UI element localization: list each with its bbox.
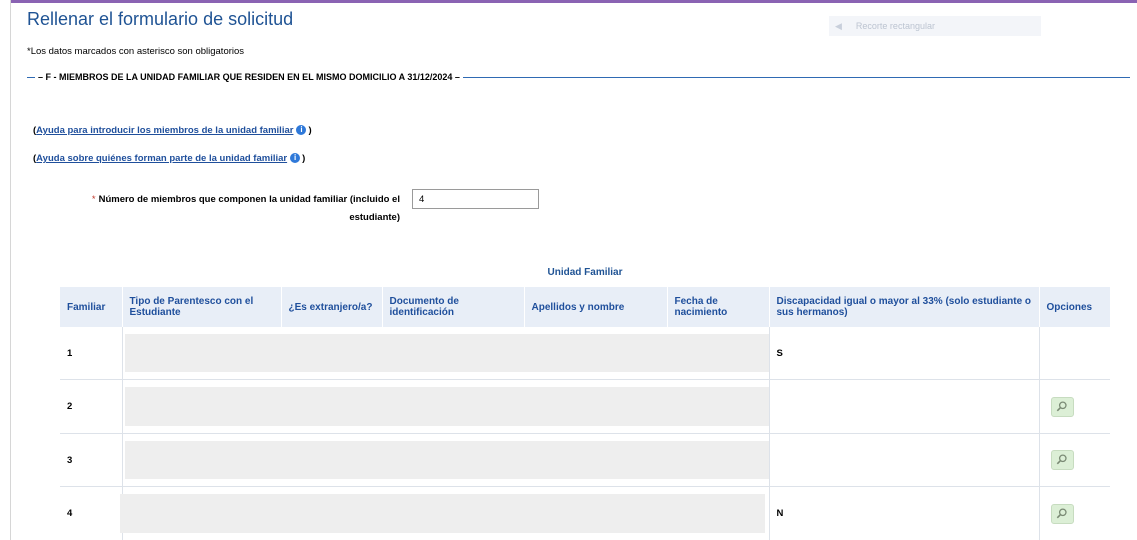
cell-discapacidad: N	[769, 486, 1040, 540]
snipping-overlay: ◀ Recorte rectangular	[829, 16, 1041, 36]
section-title-text: F - MIEMBROS DE LA UNIDAD FAMILIAR QUE R…	[45, 72, 453, 82]
members-count-label: * Número de miembros que componen la unid…	[42, 191, 400, 227]
header-documento: Documento de identificación	[382, 287, 525, 327]
redacted-fields	[119, 486, 770, 540]
redaction-bar	[119, 494, 765, 533]
cell-discapacidad: S	[769, 327, 1040, 380]
cell-discapacidad	[769, 432, 1040, 487]
header-apellidos: Apellidos y nombre	[524, 287, 668, 327]
header-opciones: Opciones	[1039, 287, 1111, 327]
members-count-label-text: Número de miembros que componen la unida…	[98, 194, 400, 223]
cell-familiar: 1	[60, 327, 123, 380]
cell-familiar: 2	[60, 379, 123, 434]
cell-familiar: 3	[60, 432, 123, 487]
header-fecha: Fecha de nacimiento	[667, 287, 770, 327]
redaction-bar	[124, 334, 769, 373]
info-icon[interactable]: i	[290, 153, 301, 163]
table-header-row: Familiar Tipo de Parentesco con el Estud…	[60, 287, 1111, 327]
table-row: 3	[60, 432, 1110, 487]
cell-opciones	[1039, 432, 1110, 487]
cell-opciones	[1039, 327, 1110, 380]
required-note: *Los datos marcados con asterisco son ob…	[27, 46, 245, 57]
header-familiar: Familiar	[60, 287, 123, 327]
magnifier-icon	[1056, 508, 1067, 519]
left-border	[10, 0, 11, 540]
help-line-members: (Ayuda para introducir los miembros de l…	[33, 124, 312, 138]
table-row: 1 S	[60, 327, 1110, 380]
cell-opciones	[1039, 486, 1110, 540]
redacted-fields	[122, 432, 770, 487]
section-f-header: – F - MIEMBROS DE LA UNIDAD FAMILIAR QUE…	[27, 72, 1130, 83]
header-discapacidad: Discapacidad igual o mayor al 33% (solo …	[769, 287, 1040, 327]
table-caption: Unidad Familiar	[547, 267, 623, 278]
header-extranjero: ¿Es extranjero/a?	[281, 287, 383, 327]
cell-opciones	[1039, 379, 1110, 434]
view-member-button[interactable]	[1050, 450, 1074, 471]
page-title: Rellenar el formulario de solicitud	[27, 9, 294, 29]
required-asterisk: *	[91, 194, 96, 205]
cell-familiar: 4	[60, 486, 123, 540]
header-parentesco: Tipo de Parentesco con el Estudiante	[122, 287, 282, 327]
table-row: 2	[60, 379, 1110, 434]
magnifier-icon	[1056, 401, 1067, 412]
magnifier-icon	[1056, 454, 1067, 465]
help-members-link[interactable]: Ayuda para introducir los miembros de la…	[36, 125, 293, 136]
redaction-bar	[124, 387, 769, 426]
view-member-button[interactable]	[1050, 503, 1074, 524]
cell-discapacidad	[769, 379, 1040, 434]
members-count-input[interactable]	[412, 189, 539, 209]
section-title: – F - MIEMBROS DE LA UNIDAD FAMILIAR QUE…	[35, 72, 463, 83]
help-close-paren: )	[308, 125, 312, 136]
help-line-who: (Ayuda sobre quiénes forman parte de la …	[33, 152, 305, 166]
info-icon[interactable]: i	[296, 125, 307, 135]
view-member-button[interactable]	[1050, 396, 1074, 417]
help-close-paren: )	[302, 153, 306, 164]
top-accent-bar	[11, 0, 1137, 3]
family-members-table: Familiar Tipo de Parentesco con el Estud…	[60, 287, 1111, 540]
redaction-bar	[124, 440, 769, 480]
table-row: 4 N	[60, 486, 1110, 540]
redacted-fields	[122, 379, 770, 434]
left-arrow-icon: ◀	[835, 21, 842, 31]
snipping-label: Recorte rectangular	[855, 21, 935, 31]
redacted-fields	[122, 327, 770, 380]
help-who-link[interactable]: Ayuda sobre quiénes forman parte de la u…	[36, 153, 287, 164]
